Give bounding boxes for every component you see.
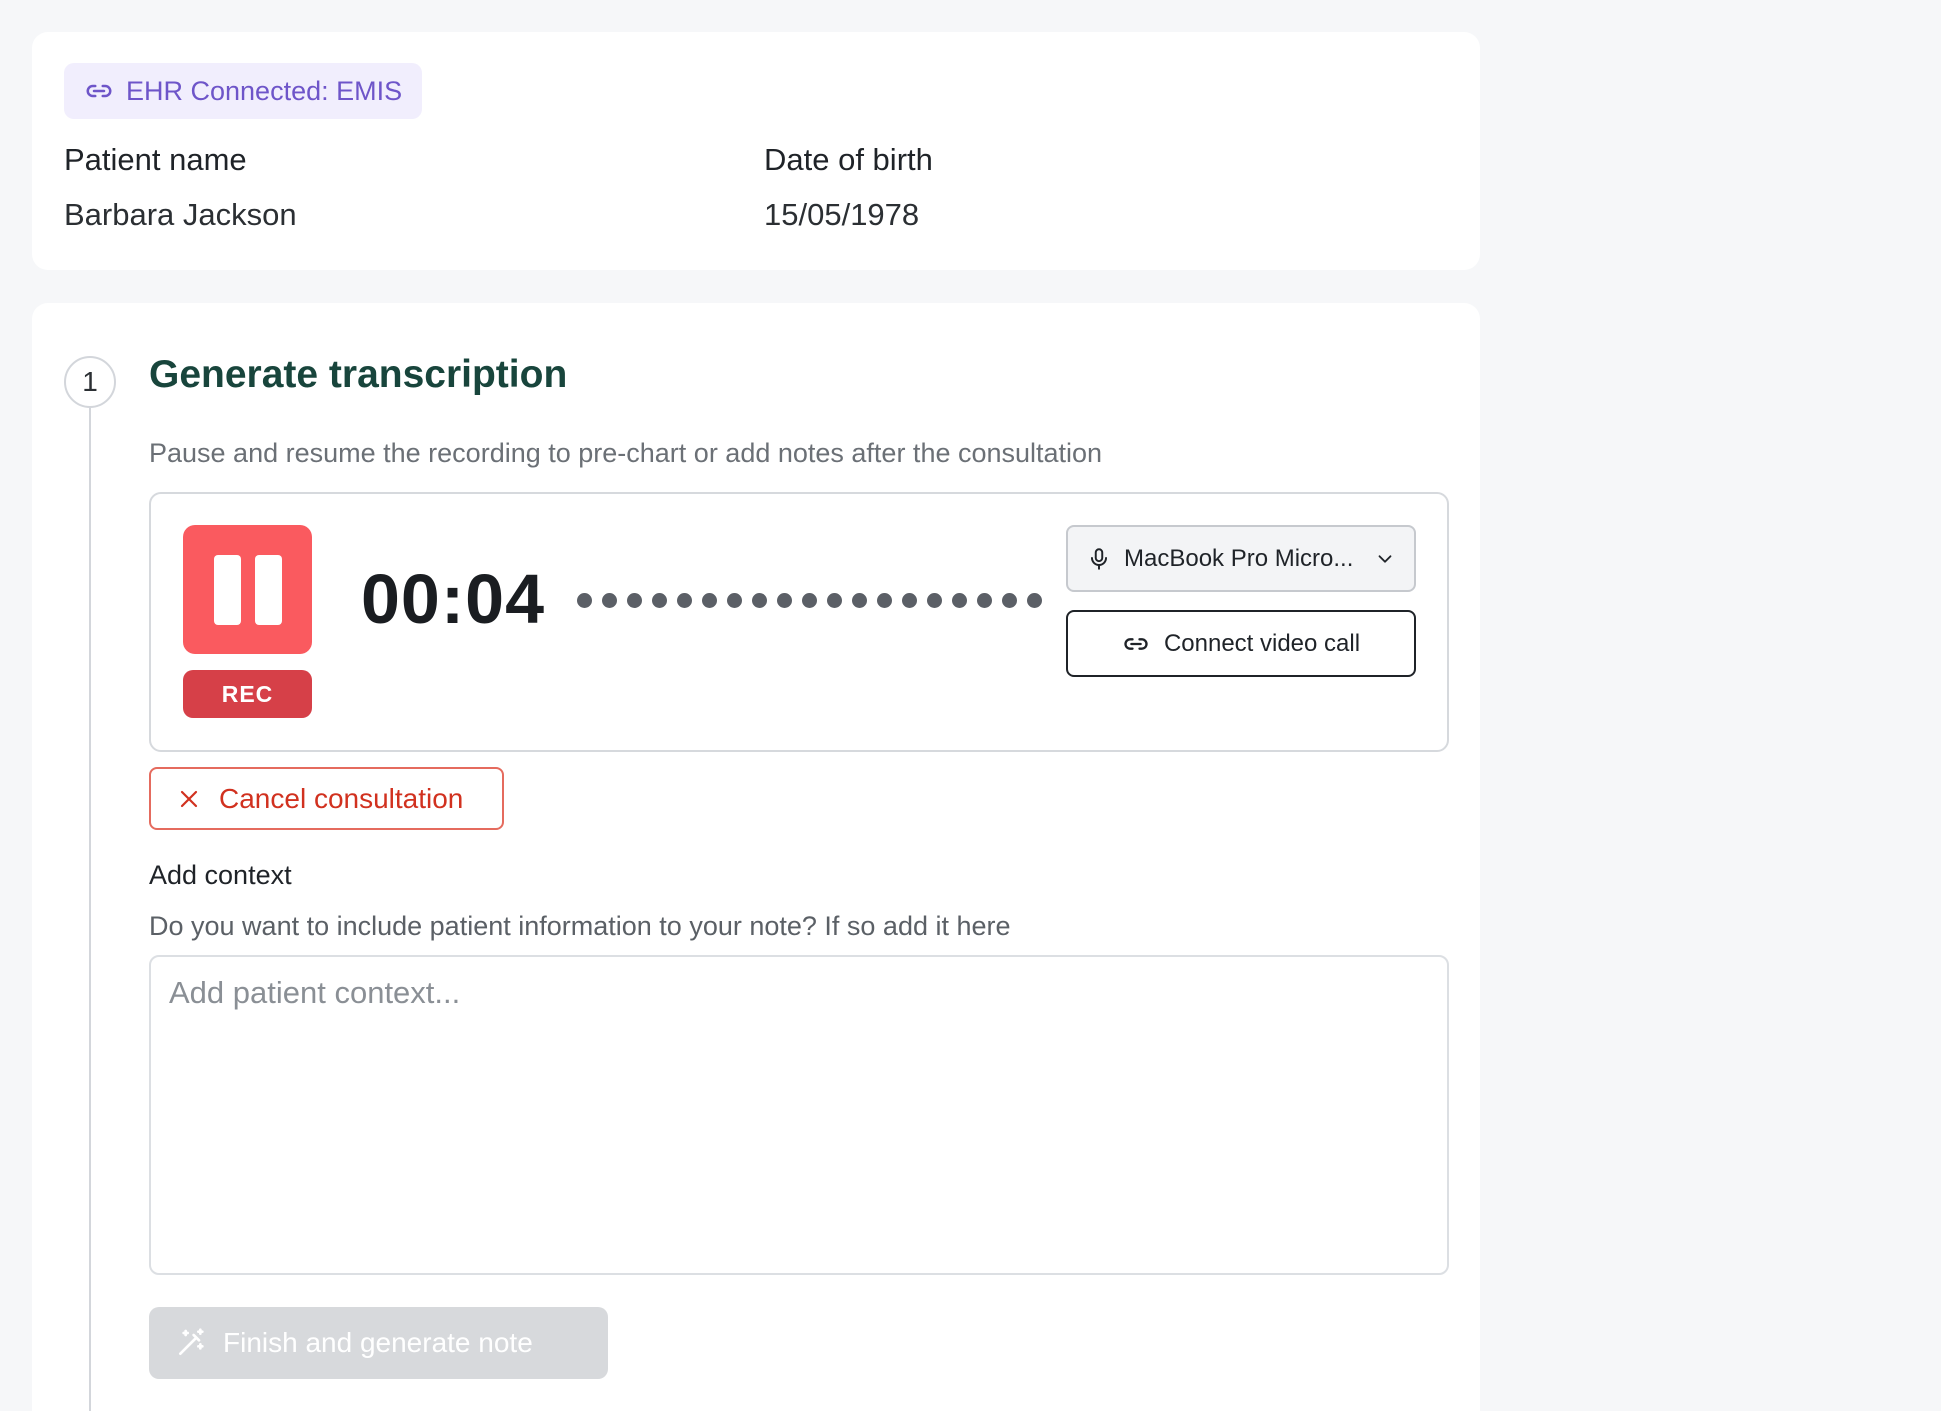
connect-video-call-label: Connect video call <box>1163 629 1361 657</box>
audio-level-dot <box>677 593 692 608</box>
transcription-step-card: 1 Generate transcription Pause and resum… <box>32 303 1480 1411</box>
ehr-connection-badge: EHR Connected: EMIS <box>64 63 423 119</box>
pause-recording-button[interactable] <box>183 525 312 654</box>
audio-level-dot <box>902 593 917 608</box>
pause-icon-bar-right <box>254 554 282 625</box>
add-context-title: Add context <box>149 860 292 890</box>
audio-level-dot <box>777 593 792 608</box>
patient-name-label: Patient name <box>64 142 247 177</box>
patient-name-value: Barbara Jackson <box>64 197 297 232</box>
audio-level-dot <box>927 593 942 608</box>
patient-card: EHR Connected: EMIS Patient name Barbara… <box>32 32 1480 270</box>
audio-level-dot <box>602 593 617 608</box>
audio-level-dot <box>1002 593 1017 608</box>
audio-level-dot <box>1027 593 1042 608</box>
audio-level-dot <box>977 593 992 608</box>
rec-status-badge: REC <box>183 670 312 718</box>
microphone-select[interactable]: MacBook Pro Micro... <box>1066 525 1416 592</box>
audio-level-dot <box>652 593 667 608</box>
cancel-consultation-button[interactable]: Cancel consultation <box>149 767 504 830</box>
audio-level-dot <box>852 593 867 608</box>
close-icon <box>180 790 198 807</box>
link-icon <box>1124 637 1148 650</box>
recording-panel: REC 00:04 MacBook Pro Micro... Connect v… <box>149 492 1449 752</box>
audio-level-dot <box>627 593 642 608</box>
audio-level-dot <box>727 593 742 608</box>
recording-timer: 00:04 <box>361 560 546 638</box>
audio-level-dot <box>877 593 892 608</box>
audio-level-dot <box>802 593 817 608</box>
magic-wand-icon <box>179 1328 204 1355</box>
connect-video-call-button[interactable]: Connect video call <box>1066 610 1416 677</box>
microphone-icon <box>1090 547 1108 570</box>
step-description: Pause and resume the recording to pre-ch… <box>149 438 1103 468</box>
pause-icon-bar-left <box>213 554 241 625</box>
audio-level-dot <box>952 593 967 608</box>
step-title: Generate transcription <box>149 353 568 396</box>
finish-and-generate-note-button[interactable]: Finish and generate note <box>149 1307 608 1379</box>
ehr-badge-label: EHR Connected: EMIS <box>126 75 403 106</box>
add-context-description: Do you want to include patient informati… <box>149 911 1011 941</box>
dob-value: 15/05/1978 <box>764 197 920 232</box>
link-icon <box>86 84 112 98</box>
microphone-select-value: MacBook Pro Micro... <box>1124 544 1354 572</box>
chevron-down-icon <box>1378 554 1392 563</box>
finish-and-generate-note-label: Finish and generate note <box>223 1327 533 1358</box>
audio-level-dot <box>702 593 717 608</box>
audio-level-dot <box>577 593 592 608</box>
audio-level-dot <box>752 593 767 608</box>
audio-level-dot <box>827 593 842 608</box>
dob-label: Date of birth <box>764 142 933 177</box>
cancel-consultation-label: Cancel consultation <box>219 782 464 814</box>
step-connector-line <box>89 408 91 1411</box>
step-number-badge: 1 <box>64 356 116 408</box>
audio-level-indicator <box>577 593 1042 608</box>
patient-context-input[interactable] <box>149 955 1449 1275</box>
